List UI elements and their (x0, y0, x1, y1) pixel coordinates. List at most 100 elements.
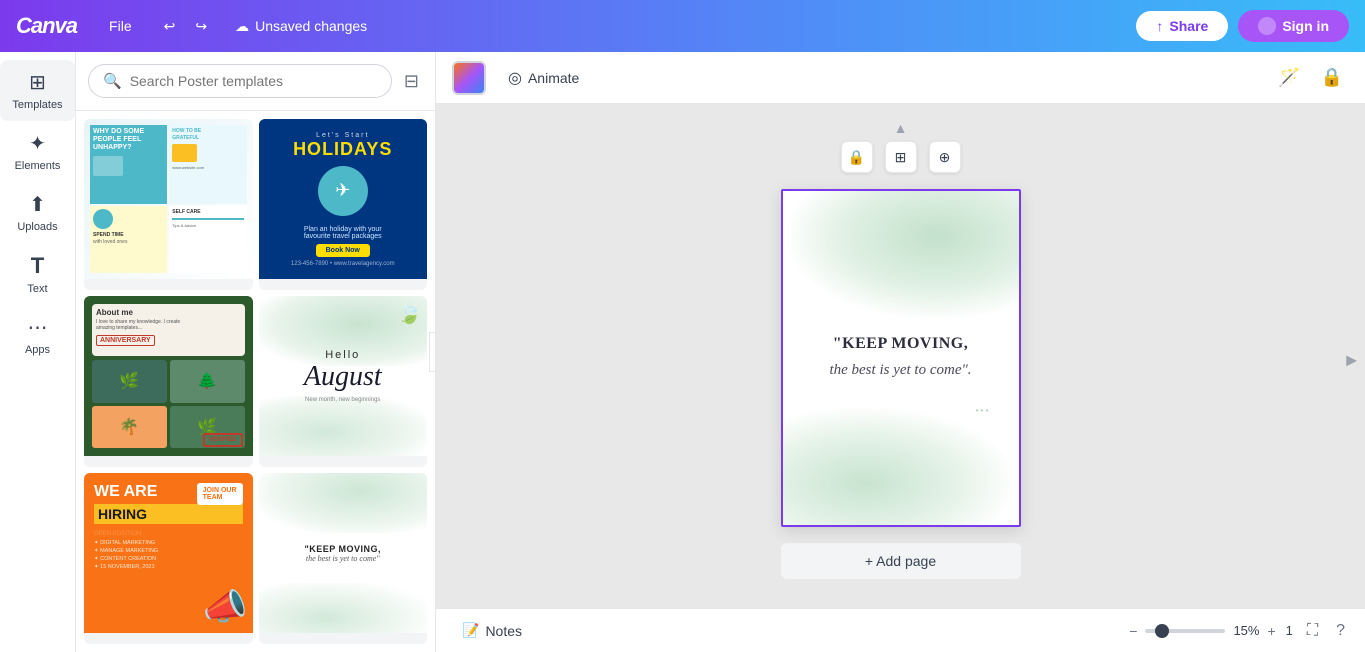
templates-panel: 🔍 ⊟ WHY DO SOME PEOPLE FEEL UNHAPPY? (76, 52, 436, 652)
template-card-info[interactable]: WHY DO SOME PEOPLE FEEL UNHAPPY? HOW TO … (84, 119, 253, 290)
animate-button[interactable]: ◎ Animate (498, 62, 589, 94)
sidebar-item-elements[interactable]: ✦ Elements (0, 121, 75, 182)
file-menu-button[interactable]: File (101, 14, 140, 38)
km-watercolor-top (259, 473, 428, 533)
august-leaves-icon: 🍃 (397, 301, 422, 326)
watercolor-top (783, 191, 1019, 321)
tpl-info-cell-3: SPEND TIME with loved ones (90, 206, 167, 273)
canvas-area: ◎ Animate 🪄 🔒 ▲ ▶ 🔒 ⊞ ⊕ (436, 52, 1365, 652)
journal-stamp: VERIFIED (203, 433, 243, 447)
share-icon: ↑ (1156, 18, 1163, 34)
search-bar: 🔍 (88, 64, 392, 98)
toolbar-right: 🪄 🔒 (1272, 61, 1349, 94)
canvas-page-controls: 🔒 ⊞ ⊕ (841, 141, 961, 173)
holiday-main: HOLIDAYS (293, 139, 392, 160)
undo-button[interactable]: ↩ (156, 14, 184, 39)
sidebar-item-apps[interactable]: ⋯ Apps (0, 305, 75, 366)
zoom-in-button[interactable]: + (1267, 623, 1275, 639)
canvas-toolbar: ◎ Animate 🪄 🔒 (436, 52, 1365, 104)
unsaved-label: Unsaved changes (255, 18, 367, 34)
sidebar-item-templates[interactable]: ⊞ Templates (0, 60, 75, 121)
holiday-contact: 123-456-7890 • www.travelagency.com (291, 261, 395, 267)
scroll-up-button[interactable]: ▲ (894, 120, 908, 136)
zoom-out-button[interactable]: − (1129, 623, 1137, 639)
text-icon: T (31, 253, 44, 279)
holiday-book-btn[interactable]: Book Now (316, 244, 370, 257)
hiring-details: ✦ DIGITAL MARKETING ✦ MANAGE MARKETING ✦… (94, 539, 243, 572)
top-scrollbar (436, 104, 1365, 112)
tpl-info-cell-1: WHY DO SOME PEOPLE FEEL UNHAPPY? (90, 125, 167, 204)
color-swatch[interactable] (452, 61, 486, 95)
unsaved-indicator: ☁ Unsaved changes (235, 18, 367, 35)
animate-label: Animate (528, 70, 579, 86)
templates-icon: ⊞ (29, 70, 46, 95)
sidebar-label-templates: Templates (12, 99, 62, 111)
page-copy-button[interactable]: ⊞ (885, 141, 917, 173)
sidebar-label-apps: Apps (25, 344, 50, 356)
page-indicator: 1 (1286, 623, 1293, 638)
share-button[interactable]: ↑ Share (1136, 11, 1228, 41)
hiring-megaphone-icon: 📣 (203, 586, 248, 628)
zoom-value: 15% (1233, 623, 1259, 638)
filter-button[interactable]: ⊟ (400, 67, 423, 96)
km-watercolor-bottom (259, 583, 428, 633)
topbar: Canva File ↩ ↪ ☁ Unsaved changes ↑ Share… (0, 0, 1365, 52)
hiring-join-label: JOIN OURTEAM (197, 483, 243, 505)
help-button[interactable]: ? (1332, 618, 1349, 644)
watercolor-bottom (783, 405, 1019, 525)
hiring-position: OPEN POSITION (94, 531, 243, 537)
holiday-sub: Plan an holiday with yourfavourite trave… (304, 226, 382, 240)
canva-logo: Canva (16, 13, 77, 39)
template-card-august[interactable]: 🍃 Hello August New month, new beginnings (259, 296, 428, 467)
august-sub: New month, new beginnings (305, 397, 380, 403)
august-hello: Hello (325, 349, 360, 361)
fullscreen-button[interactable]: ⛶ (1303, 618, 1322, 644)
canvas-page-wrapper: 🔒 ⊞ ⊕ • • • "KEEP MOVING, the best is ye… (781, 112, 1021, 608)
magic-wand-button[interactable]: 🪄 (1272, 61, 1306, 94)
page-lock-button[interactable]: 🔒 (841, 141, 873, 173)
signin-button[interactable]: Sign in (1238, 10, 1349, 42)
canvas-workspace[interactable]: ▲ ▶ 🔒 ⊞ ⊕ • • • "KEEP MOVING, the best i… (436, 112, 1365, 608)
redo-button[interactable]: ↪ (187, 14, 215, 39)
apps-icon: ⋯ (28, 315, 48, 340)
status-right: − 15% + 1 ⛶ ? (1129, 618, 1349, 644)
search-input[interactable] (130, 73, 377, 89)
main-area: ⊞ Templates ✦ Elements ⬆ Uploads T Text … (0, 52, 1365, 652)
canvas-quote-italic: the best is yet to come". (829, 359, 971, 382)
templates-grid: WHY DO SOME PEOPLE FEEL UNHAPPY? HOW TO … (76, 111, 435, 652)
km-text: "KEEP MOVING, the best is yet to come" (304, 544, 381, 563)
canvas-quote: "KEEP MOVING, the best is yet to come". (809, 314, 991, 401)
undo-redo-group: ↩ ↪ (156, 14, 215, 39)
template-card-holiday[interactable]: Let's Start HOLIDAYS ✈ Plan an holiday w… (259, 119, 428, 290)
notes-icon: 📝 (462, 622, 479, 639)
zoom-controls: − 15% + (1129, 623, 1275, 639)
canvas-page: • • • "KEEP MOVING, the best is yet to c… (781, 189, 1021, 527)
zoom-slider[interactable] (1145, 629, 1225, 633)
august-watercolor-bottom (259, 396, 428, 456)
scroll-right-button[interactable]: ▶ (1346, 352, 1357, 369)
animate-icon: ◎ (508, 68, 522, 88)
collapse-panel-button[interactable]: ◀ (429, 332, 436, 372)
add-page-button[interactable]: + Add page (781, 543, 1021, 579)
sidebar-item-uploads[interactable]: ⬆ Uploads (0, 182, 75, 243)
journal-photo-2: 🌲 (170, 360, 245, 403)
sidebar: ⊞ Templates ✦ Elements ⬆ Uploads T Text … (0, 52, 76, 652)
sidebar-label-text: Text (27, 283, 47, 295)
template-card-keepmoving[interactable]: "KEEP MOVING, the best is yet to come" (259, 473, 428, 644)
watercolor-dots: • • • (976, 406, 989, 415)
lock-button[interactable]: 🔒 (1315, 61, 1349, 94)
hiring-subtitle: HIRING (94, 504, 243, 524)
sidebar-item-text[interactable]: T Text (0, 243, 75, 305)
notes-button[interactable]: 📝 Notes (452, 616, 532, 645)
sidebar-label-elements: Elements (15, 160, 61, 172)
page-add-button[interactable]: ⊕ (929, 141, 961, 173)
cloud-icon: ☁ (235, 18, 249, 35)
template-card-journal[interactable]: About me I love to share my knowledge. I… (84, 296, 253, 467)
tpl-info-cell-2: HOW TO BE GRATEFUL www.website.com (169, 125, 246, 204)
elements-icon: ✦ (29, 131, 46, 156)
km-quote-main: "KEEP MOVING, (304, 544, 381, 554)
template-card-hiring[interactable]: WE ARE HIRING OPEN POSITION ✦ DIGITAL MA… (84, 473, 253, 644)
topbar-right: ↑ Share Sign in (1136, 10, 1349, 42)
journal-photo-3: 🌴 (92, 406, 167, 449)
journal-top: About me I love to share my knowledge. I… (92, 304, 245, 356)
